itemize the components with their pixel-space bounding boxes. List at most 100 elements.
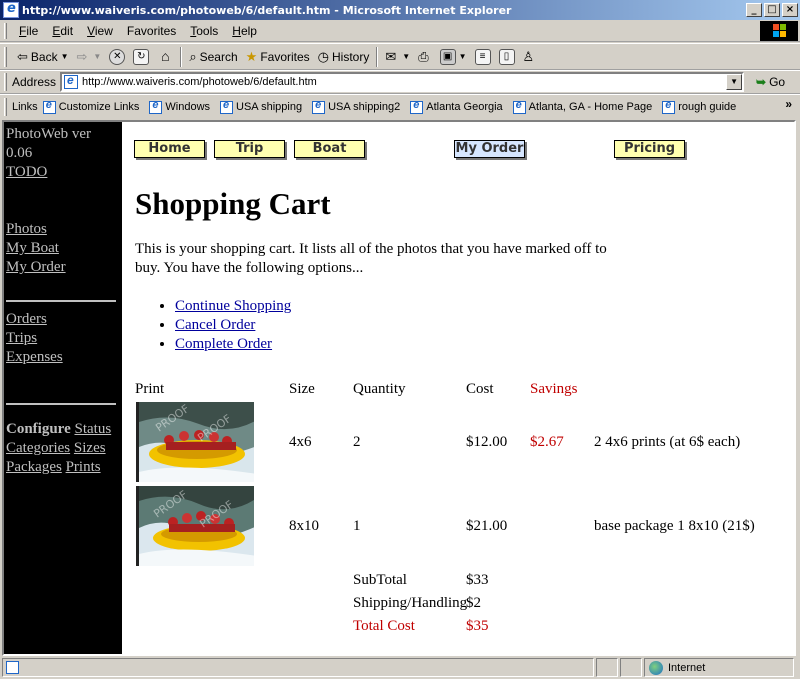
nav-link-todo[interactable]: TODO: [6, 164, 47, 180]
photo-thumbnail[interactable]: PROOF PROOF: [136, 486, 254, 566]
window-controls: _ □ ×: [744, 3, 798, 17]
link-atlanta-georgia[interactable]: Atlanta Georgia: [410, 99, 503, 114]
nav-link-status[interactable]: Status: [74, 421, 111, 437]
forward-dropdown-icon[interactable]: ▼: [93, 52, 101, 61]
maximize-button[interactable]: □: [764, 3, 780, 17]
link-windows[interactable]: Windows: [149, 99, 210, 114]
zone-panel: Internet: [644, 658, 794, 677]
mail-button[interactable]: ✉ ▼: [381, 46, 414, 68]
print-button[interactable]: ⎙: [414, 46, 435, 68]
raft-photo-image: PROOF PROOF: [139, 486, 254, 566]
nav-divider: [6, 300, 116, 302]
refresh-button[interactable]: ↻: [129, 46, 153, 68]
page-title: Shopping Cart: [135, 186, 331, 221]
link-customize-links[interactable]: Customize Links: [42, 99, 139, 114]
spacer: [6, 277, 120, 310]
home-button[interactable]: ⌂: [153, 46, 177, 68]
link-rough-guide[interactable]: rough guide: [662, 99, 736, 114]
links-grip[interactable]: [4, 98, 7, 116]
menu-file[interactable]: File: [12, 24, 45, 38]
menu-favorites[interactable]: Favorites: [120, 24, 183, 38]
menu-help[interactable]: Help: [225, 24, 264, 38]
edit-dropdown-icon[interactable]: ▼: [459, 52, 467, 61]
intro-text: This is your shopping cart. It lists all…: [135, 241, 607, 276]
menu-view[interactable]: View: [80, 24, 120, 38]
address-input[interactable]: http://www.waiveris.com/photoweb/6/defau…: [60, 72, 745, 92]
discuss-button[interactable]: ≡: [471, 46, 495, 68]
messenger-button[interactable]: ♙: [519, 46, 542, 68]
nav-link-prints[interactable]: Prints: [66, 459, 101, 475]
go-button[interactable]: ➥ Go: [756, 75, 785, 89]
page-icon: [312, 99, 326, 114]
mail-dropdown-icon[interactable]: ▼: [402, 52, 410, 61]
header-print: Print: [135, 381, 165, 397]
page-status-icon: [6, 661, 19, 674]
address-url[interactable]: http://www.waiveris.com/photoweb/6/defau…: [82, 76, 726, 88]
favorites-button[interactable]: ★ Favorites: [242, 46, 314, 68]
page-icon: [662, 99, 676, 114]
back-dropdown-icon[interactable]: ▼: [61, 52, 69, 61]
row-2-size: 8x10: [289, 518, 319, 534]
nav-link-packages[interactable]: Packages: [6, 459, 62, 475]
mail-icon: ✉: [385, 48, 397, 64]
row-1-cost: $12.00: [466, 434, 508, 450]
nav-button-boat[interactable]: Boat: [294, 140, 365, 158]
history-button[interactable]: ◷ History: [314, 46, 374, 68]
header-cost: Cost: [466, 381, 494, 397]
row-1-savings: $2.67: [530, 434, 564, 450]
edit-button[interactable]: ▣ ▼: [436, 46, 471, 68]
search-button[interactable]: ⌕ Search: [185, 46, 241, 68]
stop-button[interactable]: ✕: [105, 46, 129, 68]
nav-button-trip[interactable]: Trip: [214, 140, 285, 158]
menu-grip[interactable]: [4, 22, 7, 39]
continue-shopping-link[interactable]: Continue Shopping: [175, 298, 291, 314]
menu-edit[interactable]: Edit: [45, 24, 80, 38]
back-button[interactable]: ⇦ Back ▼: [13, 46, 73, 68]
photo-thumbnail[interactable]: PROOF PROOF: [136, 402, 254, 482]
print-icon: ⎙: [418, 48, 429, 64]
page-icon: [149, 99, 163, 114]
menu-tools[interactable]: Tools: [183, 24, 225, 38]
page-icon: [220, 99, 234, 114]
nav-button-my-order[interactable]: My Order: [454, 140, 525, 158]
nav-button-pricing[interactable]: Pricing: [614, 140, 685, 158]
nav-link-sizes[interactable]: Sizes: [74, 440, 106, 456]
nav-link-trips[interactable]: Trips: [6, 330, 37, 346]
list-item: Complete Order: [175, 335, 291, 354]
complete-order-link[interactable]: Complete Order: [175, 336, 272, 352]
nav-link-categories[interactable]: Categories: [6, 440, 70, 456]
left-nav: PhotoWeb ver 0.06 TODO Photos My Boat My…: [4, 122, 122, 654]
nav-link-expenses[interactable]: Expenses: [6, 349, 63, 365]
address-label: Address: [12, 75, 57, 89]
close-button[interactable]: ×: [782, 3, 798, 17]
research-button[interactable]: ▯: [495, 46, 519, 68]
nav-link-my-boat[interactable]: My Boat: [6, 240, 59, 256]
windows-logo-icon: [760, 21, 798, 41]
link-usa-shipping2[interactable]: USA shipping2: [312, 99, 400, 114]
row-1-quantity: 2: [353, 434, 361, 450]
links-overflow-chevron-icon[interactable]: »: [785, 97, 792, 111]
app-name-line-2: 0.06: [6, 145, 33, 161]
nav-button-home[interactable]: Home: [134, 140, 205, 158]
app-name-line-1: PhotoWeb ver: [6, 126, 92, 142]
header-savings: Savings: [530, 381, 578, 397]
title-bar: http://www.waiveris.com/photoweb/6/defau…: [0, 0, 800, 20]
address-dropdown-icon[interactable]: ▼: [726, 74, 743, 90]
nav-link-photos[interactable]: Photos: [6, 221, 47, 237]
minimize-button[interactable]: _: [746, 3, 762, 17]
cancel-order-link[interactable]: Cancel Order: [175, 317, 255, 333]
ie-app-icon: [3, 1, 19, 18]
toolbar-grip[interactable]: [4, 46, 7, 67]
total-label: Total Cost: [353, 618, 415, 634]
address-grip[interactable]: [4, 73, 7, 91]
header-size: Size: [289, 381, 315, 397]
status-panel: [596, 658, 618, 677]
window-title: http://www.waiveris.com/photoweb/6/defau…: [22, 3, 512, 17]
nav-link-my-order[interactable]: My Order: [6, 259, 66, 275]
address-bar: Address http://www.waiveris.com/photoweb…: [0, 70, 800, 94]
link-atlanta-home[interactable]: Atlanta, GA - Home Page: [512, 99, 652, 114]
nav-link-orders[interactable]: Orders: [6, 311, 47, 327]
link-usa-shipping[interactable]: USA shipping: [220, 99, 302, 114]
go-arrow-icon: ➥: [756, 75, 767, 89]
forward-button[interactable]: ⇨ ▼: [73, 46, 106, 68]
